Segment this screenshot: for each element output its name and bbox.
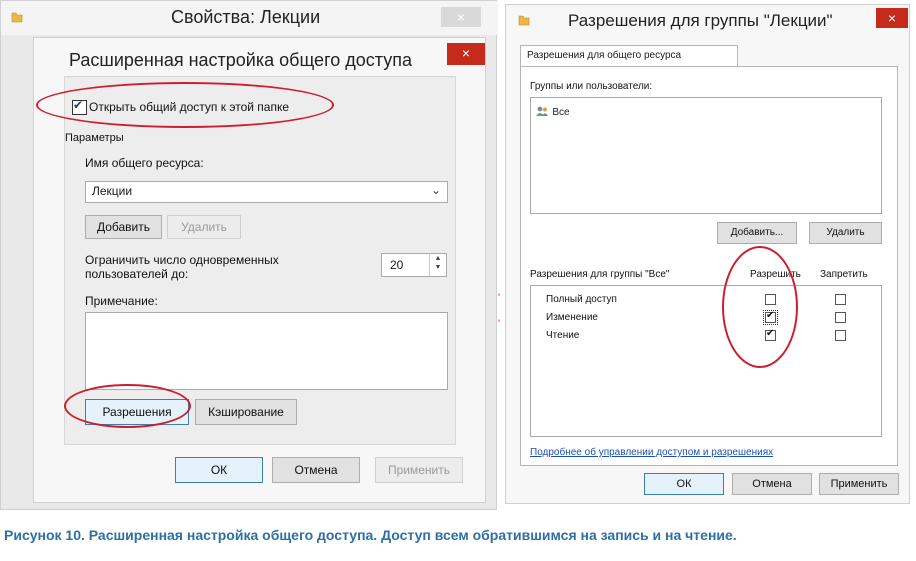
perm-cancel-button[interactable]: Отмена xyxy=(732,473,812,495)
properties-window: Свойства: Лекции × Расширенная настройка… xyxy=(0,0,498,510)
params-group-label: Параметры xyxy=(65,132,124,144)
help-link[interactable]: Подробнее об управлении доступом и разре… xyxy=(530,447,773,458)
permissions-window: Разрешения для группы "Лекции" × Разреше… xyxy=(505,4,910,504)
remove-group-button[interactable]: Удалить xyxy=(809,222,882,244)
group-name: Все xyxy=(552,107,570,118)
annotation-ellipse-allow xyxy=(722,246,798,368)
caching-button[interactable]: Кэширование xyxy=(195,399,297,425)
deny-column-header: Запретить xyxy=(820,269,868,280)
permissions-close-button[interactable]: × xyxy=(876,8,908,28)
figure-caption: Рисунок 10. Расширенная настройка общего… xyxy=(4,527,737,543)
add-group-button[interactable]: Добавить... xyxy=(717,222,797,244)
user-limit-spinner[interactable]: 20 ▲ ▼ xyxy=(381,253,447,277)
share-name-value: Лекции xyxy=(92,184,133,198)
comment-label: Примечание: xyxy=(85,294,158,308)
perm-change-label: Изменение xyxy=(546,312,598,323)
list-item[interactable]: Все xyxy=(535,104,570,118)
folder-icon xyxy=(11,12,23,23)
limit-users-label-2: пользователей до: xyxy=(85,267,189,281)
cancel-button[interactable]: Отмена xyxy=(272,457,360,483)
users-icon xyxy=(536,106,548,117)
perm-read-label: Чтение xyxy=(546,330,580,341)
user-limit-value: 20 xyxy=(390,258,404,272)
perm-ok-button[interactable]: ОК xyxy=(644,473,724,495)
groups-listbox[interactable]: Все xyxy=(530,97,882,214)
chevron-down-icon: ⌄ xyxy=(430,183,441,197)
permissions-for-label: Разрешения для группы "Все" xyxy=(530,269,670,280)
advanced-sharing-title: Расширенная настройка общего доступа xyxy=(69,50,412,70)
marker-icon: ' xyxy=(498,318,501,330)
perm-full-access-label: Полный доступ xyxy=(546,294,617,305)
perm-read-deny-checkbox[interactable] xyxy=(835,330,846,341)
tab-share-permissions[interactable]: Разрешения для общего ресурса xyxy=(520,45,738,67)
comment-textarea[interactable] xyxy=(85,312,448,390)
apply-button[interactable]: Применить xyxy=(375,457,463,483)
advanced-close-button[interactable]: × xyxy=(447,43,485,65)
perm-full-access-deny-checkbox[interactable] xyxy=(835,294,846,305)
groups-label: Группы или пользователи: xyxy=(530,81,653,92)
folder-icon xyxy=(518,15,530,26)
ok-button[interactable]: ОК xyxy=(175,457,263,483)
permissions-list: Полный доступ Изменение Чтение xyxy=(530,285,882,437)
remove-share-button[interactable]: Удалить xyxy=(167,215,241,239)
annotation-ellipse-share xyxy=(36,82,334,128)
properties-title: Свойства: Лекции xyxy=(171,7,321,27)
share-name-combobox[interactable]: Лекции ⌄ xyxy=(85,181,448,203)
marker-icon: ' xyxy=(498,292,501,304)
perm-apply-button[interactable]: Применить xyxy=(819,473,899,495)
properties-titlebar: Свойства: Лекции × xyxy=(1,1,498,35)
spinner-arrows-icon[interactable]: ▲ ▼ xyxy=(429,254,446,276)
share-permissions-panel: Группы или пользователи: Все Добавить...… xyxy=(520,66,898,466)
annotation-ellipse-permissions xyxy=(64,384,191,428)
add-share-button[interactable]: Добавить xyxy=(85,215,162,239)
properties-close-button[interactable]: × xyxy=(441,7,481,27)
limit-users-label-1: Ограничить число одновременных xyxy=(85,253,279,267)
permissions-title: Разрешения для группы "Лекции" xyxy=(568,11,833,30)
perm-change-deny-checkbox[interactable] xyxy=(835,312,846,323)
share-name-label: Имя общего ресурса: xyxy=(85,156,204,170)
